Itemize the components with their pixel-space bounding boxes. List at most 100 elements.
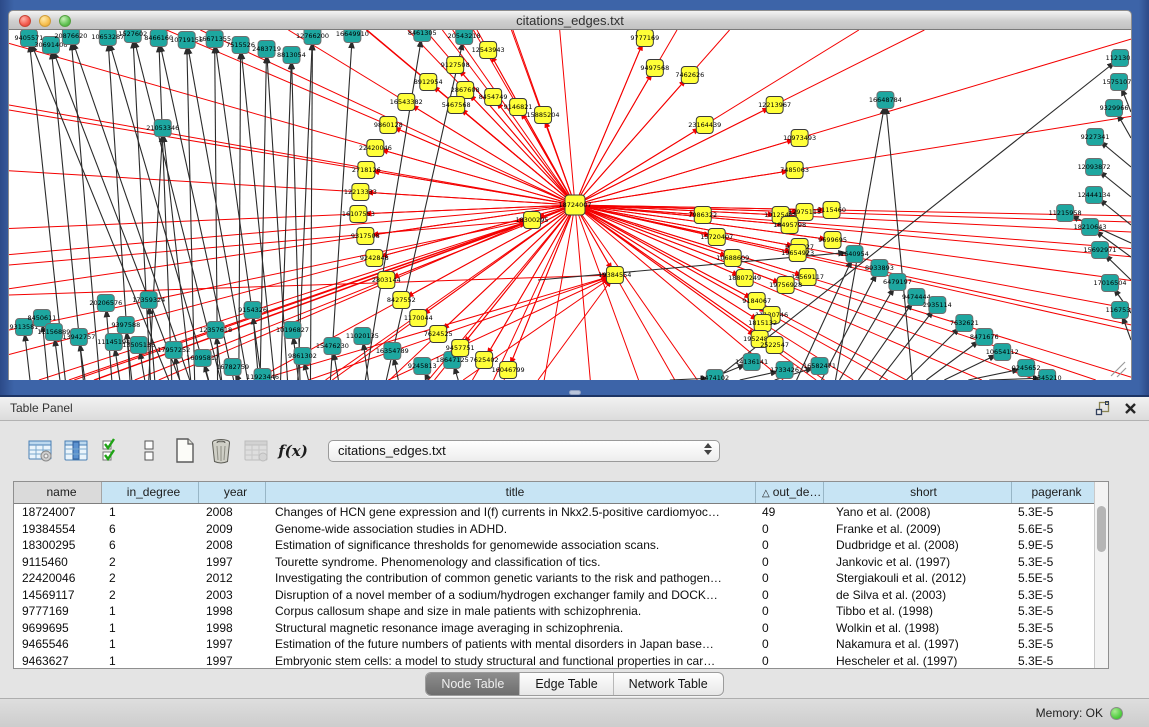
table-cell[interactable]: Hescheler et al. (1997)	[824, 653, 1012, 670]
table-cell[interactable]: Embryonic stem cells: a model to study s…	[266, 653, 756, 670]
network-node[interactable]: 9329966	[1100, 100, 1129, 117]
table-cell[interactable]: 9463627	[14, 653, 102, 670]
network-node[interactable]: 9127508	[441, 57, 470, 74]
table-cell[interactable]: 1	[102, 603, 199, 620]
network-node[interactable]: 22420046	[359, 140, 392, 157]
table-cell[interactable]: 6	[102, 521, 199, 538]
table-cell[interactable]: Dudbridge et al. (2008)	[824, 537, 1012, 554]
network-node[interactable]: 19384554	[598, 267, 631, 284]
table-cell[interactable]: 2008	[199, 504, 266, 521]
network-node[interactable]: 12766200	[296, 30, 329, 45]
network-node[interactable]: 12357618	[199, 322, 232, 339]
table-cell[interactable]: Yano et al. (2008)	[824, 504, 1012, 521]
table-cell[interactable]: 1998	[199, 603, 266, 620]
column-header-year[interactable]: year	[199, 482, 266, 503]
network-node[interactable]: 10973493	[783, 130, 816, 147]
table-row[interactable]: 1830029562008Estimation of significance …	[14, 537, 1096, 554]
table-cell[interactable]: Disruption of a novel member of a sodium…	[266, 587, 756, 604]
network-node[interactable]: 9860128	[374, 117, 403, 134]
network-node[interactable]: 2867608	[451, 82, 480, 99]
table-cell[interactable]: 1998	[199, 620, 266, 637]
column-header-out_de[interactable]: △out_de…	[756, 482, 824, 503]
network-node[interactable]: 9154326	[238, 302, 267, 319]
network-node[interactable]: 16649910	[336, 30, 369, 43]
network-node[interactable]: 18300295	[516, 212, 549, 229]
network-node[interactable]: 17016504	[1094, 275, 1127, 292]
show-column-icon[interactable]	[62, 436, 92, 466]
table-cell[interactable]: Wolkin et al. (1998)	[824, 620, 1012, 637]
table-cell[interactable]: 5.3E-5	[1012, 653, 1096, 670]
table-row[interactable]: 1456911722003Disruption of a novel membe…	[14, 587, 1096, 604]
table-cell[interactable]: 5.3E-5	[1012, 587, 1096, 604]
table-cell[interactable]: 2	[102, 554, 199, 571]
table-row[interactable]: 1872400712008Changes of HCN gene express…	[14, 504, 1096, 521]
table-cell[interactable]: Tourette syndrome. Phenomenology and cla…	[266, 554, 756, 571]
table-cell[interactable]: Structural magnetic resonance image aver…	[266, 620, 756, 637]
network-node[interactable]: 20543218	[448, 30, 481, 45]
table-cell[interactable]: 0	[756, 537, 824, 554]
table-cell[interactable]: 9777169	[14, 603, 102, 620]
table-cell[interactable]: 5.5E-5	[1012, 570, 1096, 587]
table-cell[interactable]: de Silva et al. (2003)	[824, 587, 1012, 604]
network-node[interactable]: 7462626	[675, 67, 704, 84]
vertical-scrollbar[interactable]	[1094, 482, 1108, 668]
column-header-name[interactable]: name	[14, 482, 102, 503]
table-cell[interactable]: 1	[102, 636, 199, 653]
network-node[interactable]: 2718126	[352, 162, 381, 179]
column-header-short[interactable]: short	[824, 482, 1012, 503]
table-cell[interactable]: 0	[756, 587, 824, 604]
table-cell[interactable]: 1	[102, 620, 199, 637]
row-height-icon[interactable]	[134, 436, 164, 466]
network-node[interactable]: 11923446	[246, 369, 279, 381]
table-cell[interactable]: 5.6E-5	[1012, 521, 1096, 538]
table-row[interactable]: 2242004622012Investigating the contribut…	[14, 570, 1096, 587]
column-header-in_degree[interactable]: in_degree	[102, 482, 199, 503]
network-node[interactable]: 12213333	[344, 184, 377, 201]
tab-edge-table[interactable]: Edge Table	[519, 673, 612, 695]
network-node[interactable]: 9699695	[818, 232, 847, 249]
table-cell[interactable]: 5.3E-5	[1012, 504, 1096, 521]
table-cell[interactable]: Estimation of significance thresholds fo…	[266, 537, 756, 554]
network-node[interactable]: 9861302	[288, 348, 317, 365]
table-cell[interactable]: 0	[756, 521, 824, 538]
table-cell[interactable]: 9115460	[14, 554, 102, 571]
table-row[interactable]: 946362711997Embryonic stem cells: a mode…	[14, 653, 1096, 670]
table-cell[interactable]: Stergiakouli et al. (2012)	[824, 570, 1012, 587]
network-node[interactable]: 7485063	[780, 162, 809, 179]
new-table-icon[interactable]	[170, 436, 200, 466]
table-cell[interactable]: 0	[756, 570, 824, 587]
network-node[interactable]: 15476230	[316, 338, 349, 355]
table-cell[interactable]: 1997	[199, 653, 266, 670]
table-cell[interactable]: 14569117	[14, 587, 102, 604]
network-node[interactable]: 11215958	[1049, 205, 1082, 222]
table-row[interactable]: 969969511998Structural magnetic resonanc…	[14, 620, 1096, 637]
table-cell[interactable]: 5.9E-5	[1012, 537, 1096, 554]
table-settings-icon[interactable]	[26, 436, 56, 466]
network-node[interactable]: 9227341	[1081, 129, 1110, 146]
network-node[interactable]: 12093872	[1078, 159, 1111, 176]
network-node[interactable]: 1640954	[840, 246, 869, 263]
table-cell[interactable]: 6	[102, 537, 199, 554]
table-cell[interactable]: Franke et al. (2009)	[824, 521, 1012, 538]
network-node[interactable]: 9397588	[111, 317, 140, 334]
close-panel-icon[interactable]	[1124, 402, 1137, 415]
network-node[interactable]: 15692971	[1084, 242, 1117, 259]
table-selector-dropdown[interactable]: citations_edges.txt	[328, 440, 720, 462]
network-node[interactable]: 16582471	[803, 358, 836, 375]
table-cell[interactable]: 2012	[199, 570, 266, 587]
network-node[interactable]: 8466160	[144, 30, 173, 47]
table-cell[interactable]: 5.3E-5	[1012, 554, 1096, 571]
network-node[interactable]: 8471676	[970, 329, 999, 346]
network-node[interactable]: 15720407	[700, 229, 733, 246]
table-cell[interactable]: Investigating the contribution of common…	[266, 570, 756, 587]
table-row[interactable]: 946554611997Estimation of the future num…	[14, 636, 1096, 653]
table-cell[interactable]: 2009	[199, 521, 266, 538]
table-cell[interactable]: Tibbo et al. (1998)	[824, 603, 1012, 620]
column-header-pagerank[interactable]: pagerank	[1012, 482, 1096, 503]
network-node[interactable]: 23164439	[688, 117, 721, 134]
network-node[interactable]: 1121305	[1106, 50, 1131, 67]
table-row[interactable]: 977716911998Corpus callosum shape and si…	[14, 603, 1096, 620]
table-cell[interactable]: 18300295	[14, 537, 102, 554]
network-node[interactable]: 1170044	[404, 310, 433, 327]
network-node[interactable]: 9115460	[817, 202, 846, 219]
